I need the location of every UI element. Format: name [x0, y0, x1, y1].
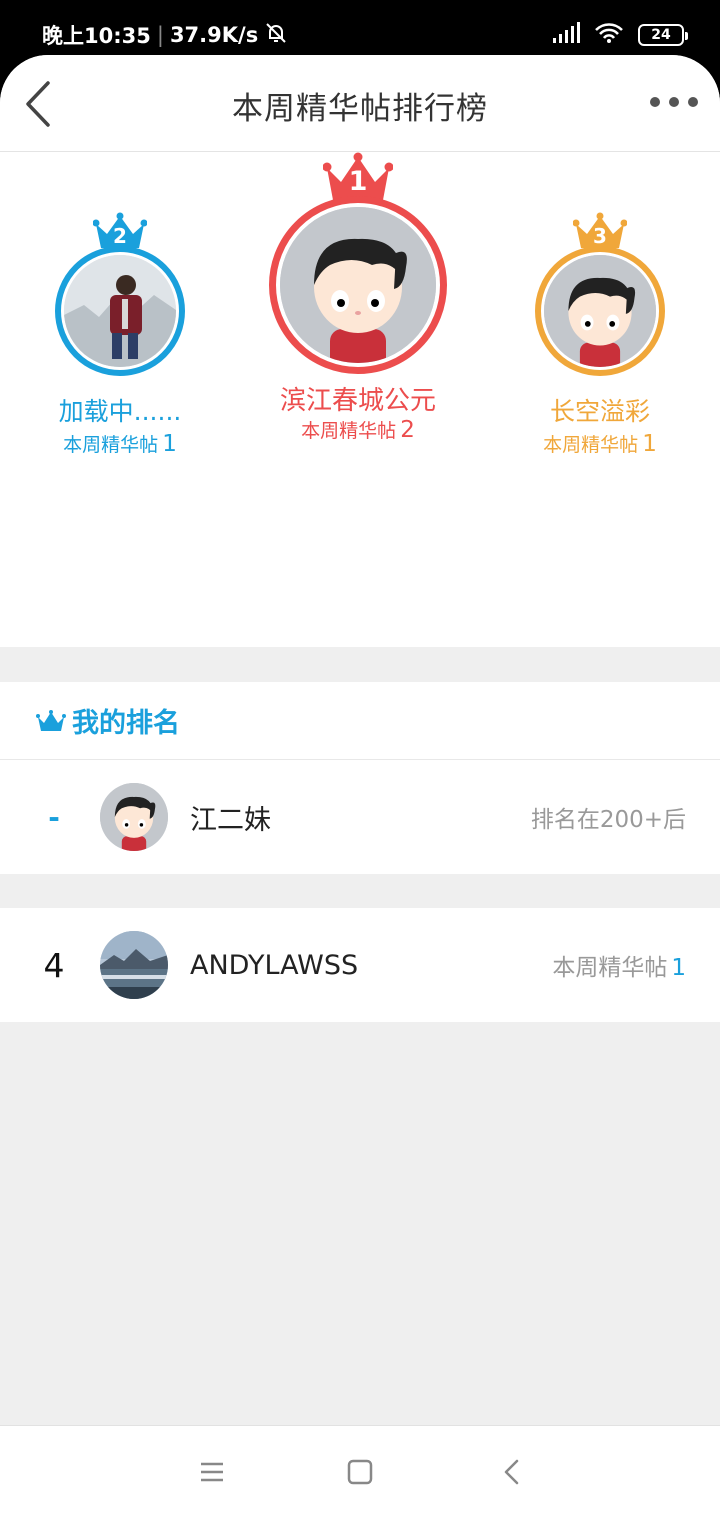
podium-name: 长空溢彩	[549, 397, 650, 426]
podium-rank-1[interactable]: 1 滨江春城公元 本周精华帖 2	[258, 152, 458, 492]
cartoon-avatar-icon	[280, 207, 436, 363]
status-net-speed: 37.9K/s	[169, 23, 259, 47]
podium-name: 加载中......	[58, 397, 182, 426]
row-count-label: 本周精华帖	[552, 955, 668, 981]
top-bar: 本周精华帖排行榜	[0, 55, 720, 152]
podium-count-label: 本周精华帖	[301, 420, 397, 442]
page-title: 本周精华帖排行榜	[232, 91, 488, 127]
podium: 2 加载中...... 本周精华帖 1 1 滨江春城公元 本周精华帖 2 3 长…	[0, 152, 720, 647]
mute-bell-icon	[264, 21, 288, 50]
system-nav-bar	[0, 1425, 720, 1520]
my-ranking-title: 我的排名	[72, 708, 180, 739]
battery-icon: 24	[638, 24, 688, 46]
cartoon-avatar-icon	[544, 255, 656, 367]
menu-icon	[201, 1462, 223, 1482]
home-button[interactable]	[346, 1458, 374, 1486]
cartoon-avatar-icon	[100, 783, 168, 851]
my-ranking-section: 我的排名 - 江二妹 排名在200+后	[0, 682, 720, 874]
status-right: 24	[552, 22, 688, 48]
podium-count-value: 1	[162, 431, 177, 457]
podium-count-value: 1	[642, 431, 657, 457]
row-name: ANDYLAWSS	[190, 949, 359, 981]
podium-count-label: 本周精华帖	[543, 434, 639, 456]
row-status: 排名在200+后	[530, 807, 686, 833]
crown-icon	[36, 709, 66, 731]
status-time: 晚上10:35	[42, 24, 151, 48]
podium-count: 本周精华帖 1	[40, 430, 200, 457]
app-window: 本周精华帖排行榜 2 加载中...... 本周精华帖 1 1 滨江春城公元 本周…	[0, 55, 720, 1520]
ranking-list: 4 ANDYLAWSS 本周精华帖 1	[0, 908, 720, 1022]
nav-back-button[interactable]	[498, 1458, 526, 1486]
back-chevron-icon	[504, 1459, 519, 1485]
avatar-photo	[64, 255, 176, 367]
home-square-icon	[347, 1459, 373, 1485]
list-item[interactable]: 4 ANDYLAWSS 本周精华帖 1	[0, 908, 720, 1022]
signal-icon	[552, 22, 580, 48]
podium-count-value: 2	[400, 417, 415, 443]
my-ranking-header: 我的排名	[0, 682, 720, 760]
podium-name: 滨江春城公元	[279, 386, 436, 416]
row-rank: 4	[43, 945, 65, 985]
avatar	[55, 246, 185, 376]
podium-rank-2[interactable]: 2 加载中...... 本周精华帖 1	[40, 212, 200, 552]
status-separator: |	[156, 23, 164, 47]
more-dots-icon	[650, 97, 660, 107]
my-ranking-row[interactable]: - 江二妹 排名在200+后	[0, 760, 720, 874]
podium-rank-3[interactable]: 3 长空溢彩 本周精华帖 1	[520, 212, 680, 552]
crown-rank-number: 3	[593, 224, 607, 248]
avatar	[535, 246, 665, 376]
row-rank: -	[48, 800, 60, 834]
avatar	[269, 196, 447, 374]
row-count: 本周精华帖 1	[552, 948, 686, 982]
menu-button[interactable]	[198, 1458, 226, 1486]
crown-rank-number: 2	[113, 224, 127, 248]
row-name: 江二妹	[190, 804, 271, 836]
crown-rank-number: 1	[348, 166, 368, 197]
podium-count: 本周精华帖 2	[258, 416, 458, 443]
avatar	[100, 931, 168, 999]
podium-count-label: 本周精华帖	[63, 434, 159, 456]
status-left: 晚上10:35 | 37.9K/s	[42, 20, 288, 50]
podium-count: 本周精华帖 1	[520, 430, 680, 457]
wifi-icon	[594, 22, 624, 48]
row-count-value: 1	[671, 955, 686, 981]
more-button[interactable]	[650, 95, 698, 109]
